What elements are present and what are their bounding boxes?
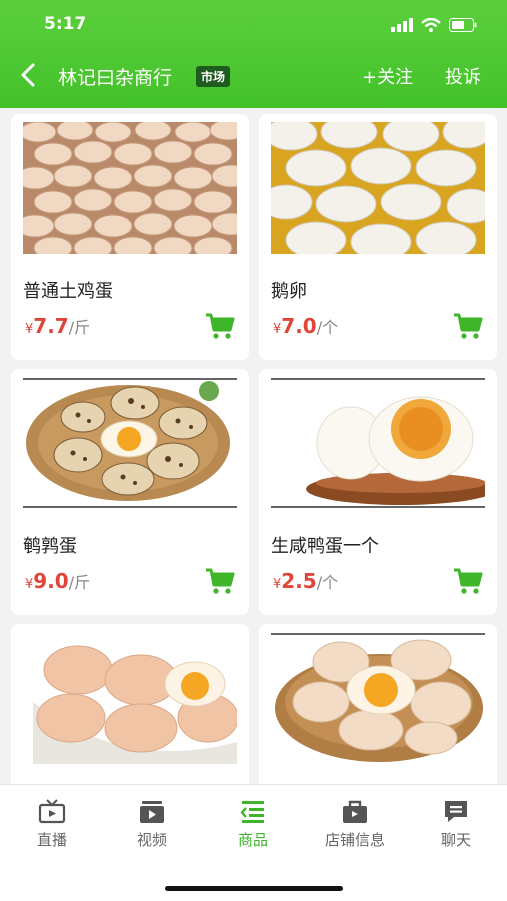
- product-price: ¥9.0/斤: [25, 569, 90, 593]
- tab-label: 视频: [136, 831, 167, 849]
- market-badge: 市场: [196, 66, 231, 87]
- product-image[interactable]: [271, 632, 485, 764]
- status-time: 5:17: [44, 14, 87, 34]
- product-price: ¥7.7/斤: [25, 314, 90, 338]
- battery-icon: [449, 18, 477, 32]
- shop-name: 林记曰杂商行: [58, 67, 173, 89]
- add-to-cart-icon[interactable]: [205, 312, 235, 340]
- product-card[interactable]: [11, 624, 249, 784]
- tab-live[interactable]: 直播: [2, 799, 102, 850]
- wifi-icon: [421, 18, 441, 32]
- tab-store-info[interactable]: 店铺信息: [305, 799, 405, 850]
- price-value: 9.0: [33, 569, 69, 593]
- status-icons: [391, 18, 477, 32]
- tab-label: 直播: [36, 831, 67, 849]
- add-to-cart-icon[interactable]: [453, 567, 483, 595]
- home-indicator: [165, 886, 343, 891]
- signal-icon: [391, 18, 413, 32]
- nav-bar: 林记曰杂商行 市场 +关注 投诉: [0, 58, 507, 94]
- price-unit: /斤: [68, 318, 91, 337]
- product-grid: 普通土鸡蛋 ¥7.7/斤 鹅卵 ¥7.0/个 鹌鹑蛋 ¥9.0/斤 生咸鸭蛋一个…: [0, 114, 507, 784]
- product-card[interactable]: [259, 624, 497, 784]
- tab-products[interactable]: 商品: [203, 799, 303, 850]
- price-unit: /个: [316, 318, 339, 337]
- header: 5:17 林记曰杂商行 市场 +关注 投诉: [0, 0, 507, 108]
- product-image[interactable]: [23, 632, 237, 764]
- product-name: 生咸鸭蛋一个: [271, 536, 379, 557]
- product-name: 普通土鸡蛋: [23, 281, 113, 302]
- product-image[interactable]: [271, 122, 485, 254]
- follow-button[interactable]: +关注: [362, 63, 413, 89]
- tv-icon: [38, 799, 66, 824]
- add-to-cart-icon[interactable]: [205, 567, 235, 595]
- product-card[interactable]: 生咸鸭蛋一个 ¥2.5/个: [259, 369, 497, 615]
- product-image[interactable]: [23, 122, 237, 254]
- chat-icon: [445, 801, 467, 822]
- product-image[interactable]: [23, 377, 237, 509]
- report-button[interactable]: 投诉: [445, 63, 481, 89]
- add-to-cart-icon[interactable]: [453, 312, 483, 340]
- product-name: 鹅卵: [271, 281, 307, 302]
- tab-label: 店铺信息: [324, 831, 385, 849]
- product-card[interactable]: 鹌鹑蛋 ¥9.0/斤: [11, 369, 249, 615]
- product-card[interactable]: 鹅卵 ¥7.0/个: [259, 114, 497, 360]
- tab-video[interactable]: 视频: [102, 799, 202, 850]
- list-icon: [240, 801, 264, 823]
- back-icon[interactable]: [16, 60, 42, 90]
- price-unit: /个: [316, 573, 339, 592]
- tab-label: 商品: [237, 831, 268, 849]
- store-icon: [343, 800, 367, 823]
- video-icon: [140, 801, 164, 823]
- price-value: 7.7: [33, 314, 69, 338]
- product-image[interactable]: [271, 377, 485, 509]
- price-unit: /斤: [68, 573, 91, 592]
- tab-chat[interactable]: 聊天: [406, 799, 506, 850]
- tab-label: 聊天: [440, 831, 471, 849]
- status-bar: 5:17: [0, 14, 507, 38]
- price-value: 2.5: [281, 569, 317, 593]
- bottom-tab-bar: 直播 视频 商品 店铺信息 聊天: [0, 784, 507, 901]
- product-price: ¥7.0/个: [273, 314, 338, 338]
- product-card[interactable]: 普通土鸡蛋 ¥7.7/斤: [11, 114, 249, 360]
- price-value: 7.0: [281, 314, 317, 338]
- product-price: ¥2.5/个: [273, 569, 338, 593]
- product-name: 鹌鹑蛋: [23, 536, 77, 557]
